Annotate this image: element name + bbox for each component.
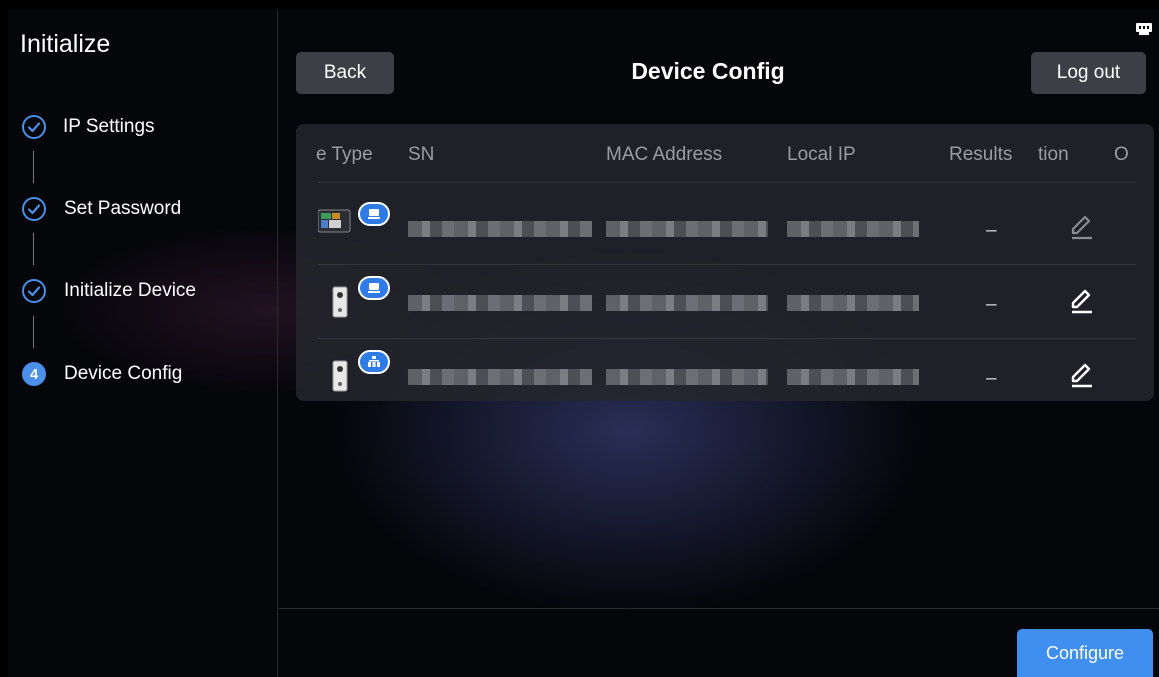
step-ip-settings: IP Settings: [22, 112, 155, 142]
step-label: Initialize Device: [64, 280, 196, 301]
mac-value-redacted: [606, 295, 768, 311]
result-value: –: [986, 220, 997, 241]
result-value: –: [986, 294, 997, 315]
step-label: Device Config: [64, 363, 183, 384]
sn-value-redacted: [408, 295, 592, 311]
logout-button[interactable]: Log out: [1031, 52, 1146, 94]
edit-icon[interactable]: [1068, 287, 1096, 315]
configure-button[interactable]: Configure: [1017, 629, 1153, 677]
column-local-ip: Local IP: [787, 144, 856, 165]
column-sn: SN: [408, 144, 435, 165]
column-other: O: [1114, 144, 1129, 165]
sidebar: Initialize IP Settings Set Password Init…: [8, 10, 277, 677]
network-badge-icon: [358, 350, 390, 374]
step-connector: [33, 151, 34, 183]
back-button[interactable]: Back: [296, 52, 394, 94]
edit-icon[interactable]: [1068, 361, 1096, 389]
ip-value-redacted: [787, 295, 919, 311]
row-separator: [318, 264, 1136, 265]
column-mac-address: MAC Address: [606, 144, 723, 165]
check-icon: [22, 279, 46, 303]
sidebar-divider: [277, 10, 278, 677]
network-status-icon: [1136, 23, 1152, 35]
check-icon: [22, 115, 46, 139]
sn-value-redacted: [408, 369, 592, 385]
column-results: Results: [949, 144, 1013, 165]
footer-divider: [278, 608, 1159, 609]
page-title: Device Config: [631, 58, 785, 84]
result-value: –: [986, 368, 997, 389]
ip-value-redacted: [787, 369, 919, 385]
column-device-type: e Type: [316, 144, 373, 165]
mac-value-redacted: [606, 369, 768, 385]
row-separator: [318, 182, 1136, 183]
step-number-badge: 4: [22, 362, 46, 386]
edit-icon[interactable]: [1068, 213, 1096, 241]
sidebar-title: Initialize: [20, 30, 111, 58]
row-separator: [318, 338, 1136, 339]
mac-value-redacted: [606, 221, 768, 237]
step-initialize-device: Initialize Device: [22, 276, 196, 306]
monitor-badge-icon: [358, 276, 390, 300]
step-device-config: 4 Device Config: [22, 359, 182, 389]
step-set-password: Set Password: [22, 194, 181, 224]
column-operation: tion: [1038, 144, 1069, 165]
step-label: Set Password: [64, 198, 182, 219]
sn-value-redacted: [408, 221, 592, 237]
step-connector: [33, 316, 34, 348]
device-table: e Type SN MAC Address Local IP Results t…: [296, 124, 1154, 401]
step-label: IP Settings: [63, 116, 155, 137]
check-icon: [22, 197, 46, 221]
door-station-icon: [332, 286, 348, 318]
door-station-icon: [332, 360, 348, 392]
monitor-badge-icon: [358, 202, 390, 226]
indoor-monitor-icon: [318, 209, 351, 233]
app-window: Initialize IP Settings Set Password Init…: [8, 10, 1159, 677]
ip-value-redacted: [787, 221, 919, 237]
step-connector: [33, 233, 34, 265]
